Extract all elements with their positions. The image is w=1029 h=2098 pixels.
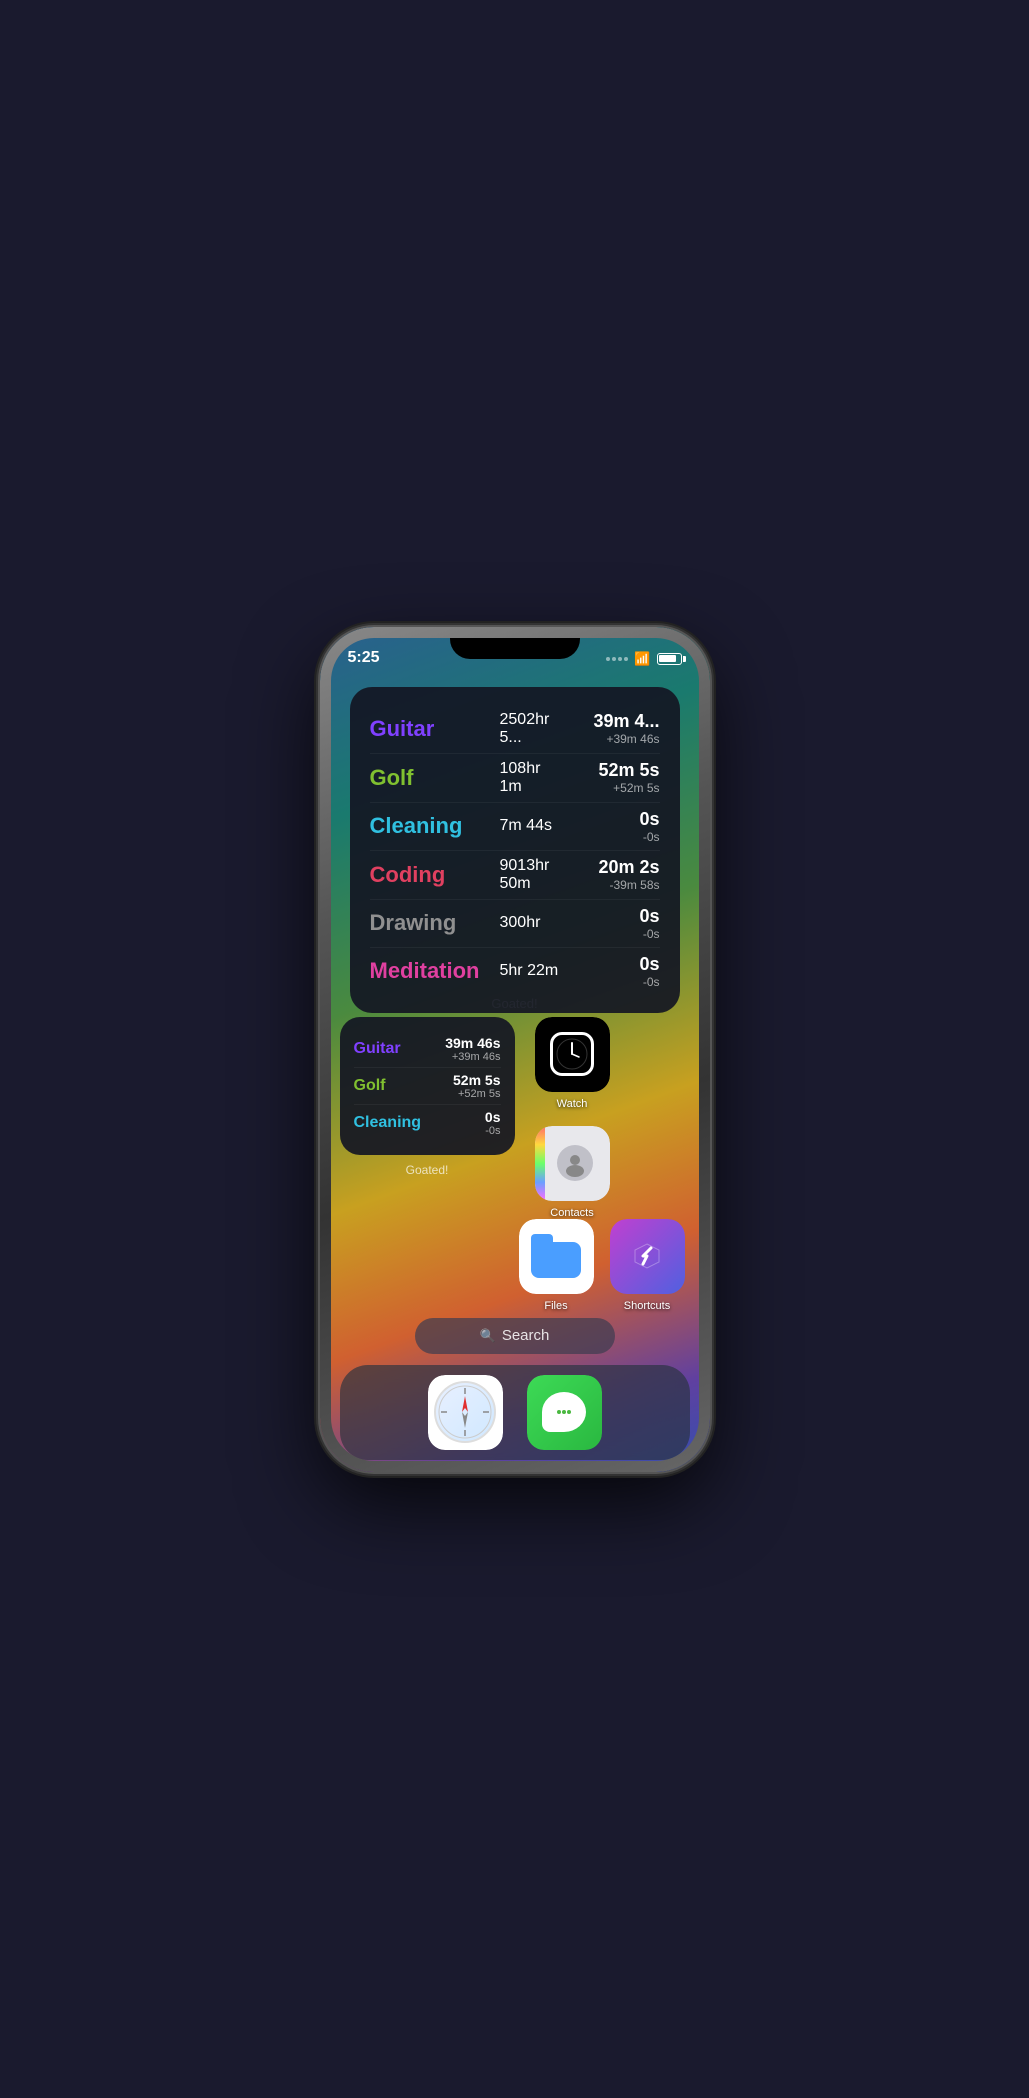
widget-row-golf: Golf 108hr 1m 52m 5s +52m 5s <box>370 754 660 803</box>
activity-name-golf: Golf <box>370 765 500 791</box>
activity-name-drawing: Drawing <box>370 910 500 936</box>
safari-app-container[interactable] <box>428 1375 503 1450</box>
activity-name-cleaning: Cleaning <box>370 813 500 839</box>
activity-name-coding: Coding <box>370 862 500 888</box>
activity-total-drawing: 300hr <box>500 914 560 932</box>
notch <box>450 627 580 659</box>
small-today-cleaning: 0s <box>485 1109 501 1125</box>
small-sub-cleaning: -0s <box>485 1125 501 1137</box>
contacts-app-container[interactable]: Contacts <box>535 1126 610 1219</box>
status-icons: 📶 <box>606 651 681 667</box>
contacts-icon <box>535 1126 610 1201</box>
small-today-guitar: 39m 46s <box>445 1035 500 1051</box>
wifi-icon: 📶 <box>634 651 650 667</box>
small-today-golf: 52m 5s <box>453 1072 500 1088</box>
shortcuts-label: Shortcuts <box>624 1300 670 1312</box>
small-name-guitar: Guitar <box>354 1040 401 1058</box>
widget-row-coding: Coding 9013hr 50m 20m 2s -39m 58s <box>370 851 660 900</box>
small-widget[interactable]: Guitar 39m 46s +39m 46s Golf <box>340 1017 515 1155</box>
small-sub-golf: +52m 5s <box>453 1088 500 1100</box>
status-time: 5:25 <box>348 649 380 667</box>
widget-row-guitar: Guitar 2502hr 5... 39m 4... +39m 46s <box>370 705 660 754</box>
activity-today-coding: 20m 2s -39m 58s <box>560 857 660 892</box>
small-widget-row-guitar: Guitar 39m 46s +39m 46s <box>354 1031 501 1068</box>
widget-row-drawing: Drawing 300hr 0s -0s <box>370 900 660 948</box>
search-icon: 🔍 <box>480 1328 496 1344</box>
activity-total-guitar: 2502hr 5... <box>500 711 560 747</box>
messages-icon <box>527 1375 602 1450</box>
files-app-container[interactable]: Files <box>519 1219 594 1312</box>
watch-icon <box>535 1017 610 1092</box>
small-widget-container: Guitar 39m 46s +39m 46s Golf <box>340 1017 515 1177</box>
files-label: Files <box>544 1300 567 1312</box>
watch-label: Watch <box>557 1098 588 1110</box>
search-label: Search <box>502 1327 550 1344</box>
activity-today-golf: 52m 5s +52m 5s <box>560 760 660 795</box>
widget-row-meditation: Meditation 5hr 22m 0s -0s <box>370 948 660 995</box>
small-widget-row-cleaning: Cleaning 0s -0s <box>354 1105 501 1141</box>
right-app-col: Watch <box>535 1017 610 1219</box>
search-bar[interactable]: 🔍 Search <box>415 1318 615 1354</box>
battery-icon <box>657 653 682 665</box>
activity-today-drawing: 0s -0s <box>560 906 660 941</box>
app-row-2: Files Shortcuts <box>519 1219 690 1312</box>
widget-row-cleaning: Cleaning 7m 44s 0s -0s <box>370 803 660 851</box>
activity-name-meditation: Meditation <box>370 958 500 984</box>
phone: 5:25 📶 Guitar 2502hr 5... <box>320 627 710 1472</box>
signal-icon <box>606 657 628 661</box>
activity-today-guitar: 39m 4... +39m 46s <box>560 711 660 746</box>
dock <box>340 1365 690 1460</box>
activity-today-cleaning: 0s -0s <box>560 809 660 844</box>
small-name-golf: Golf <box>354 1077 386 1095</box>
watch-app-container[interactable]: Watch <box>535 1017 610 1110</box>
shortcuts-app-container[interactable]: Shortcuts <box>610 1219 685 1312</box>
small-sub-guitar: +39m 46s <box>445 1051 500 1063</box>
activity-total-golf: 108hr 1m <box>500 760 560 796</box>
app-grid: Guitar 39m 46s +39m 46s Golf <box>320 1017 710 1328</box>
screen: 5:25 📶 Guitar 2502hr 5... <box>320 627 710 1472</box>
contacts-label: Contacts <box>550 1207 593 1219</box>
app-row-1: Guitar 39m 46s +39m 46s Golf <box>340 1017 690 1219</box>
messages-app-container[interactable] <box>527 1375 602 1450</box>
activity-total-cleaning: 7m 44s <box>500 817 560 835</box>
large-widget[interactable]: Guitar 2502hr 5... 39m 4... +39m 46s Gol… <box>350 687 680 1013</box>
activity-today-meditation: 0s -0s <box>560 954 660 989</box>
files-icon <box>519 1219 594 1294</box>
activity-total-coding: 9013hr 50m <box>500 857 560 893</box>
shortcuts-icon <box>610 1219 685 1294</box>
safari-icon <box>428 1375 503 1450</box>
small-name-cleaning: Cleaning <box>354 1114 422 1132</box>
small-widget-row-golf: Golf 52m 5s +52m 5s <box>354 1068 501 1105</box>
activity-name-guitar: Guitar <box>370 716 500 742</box>
small-widget-label: Goated! <box>406 1163 449 1177</box>
activity-total-meditation: 5hr 22m <box>500 962 560 980</box>
